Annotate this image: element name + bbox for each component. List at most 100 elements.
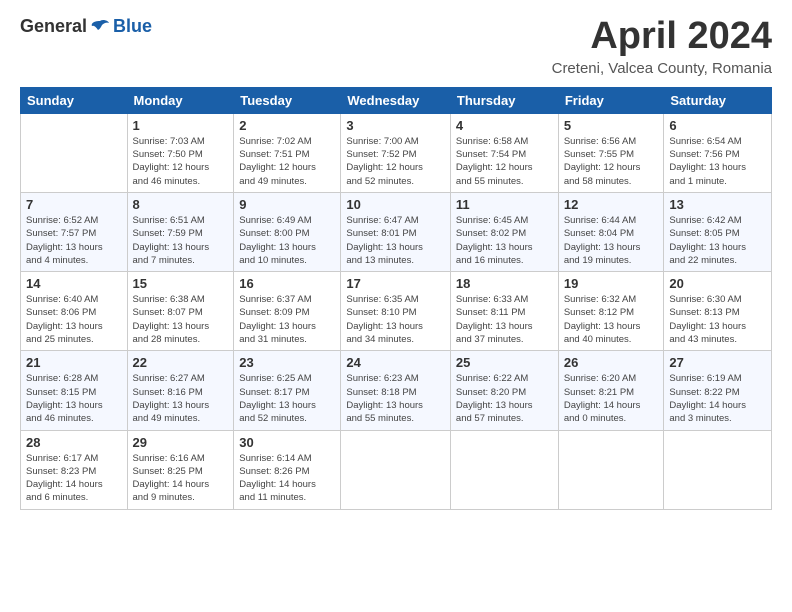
calendar-cell: 7 Sunrise: 6:52 AM Sunset: 7:57 PM Daylig… — [21, 192, 128, 271]
calendar-cell: 20 Sunrise: 6:30 AM Sunset: 8:13 PM Dayli… — [664, 272, 772, 351]
day-number: 24 — [346, 355, 445, 370]
page-header: General Blue April 2024 Creteni, Valcea … — [20, 16, 772, 77]
day-info: Sunrise: 6:25 AM Sunset: 8:17 PM Dayligh… — [239, 372, 335, 425]
day-info: Sunrise: 6:20 AM Sunset: 8:21 PM Dayligh… — [564, 372, 659, 425]
calendar-cell: 19Sunrise: 6:32 AM Sunset: 8:12 PM Dayli… — [558, 272, 664, 351]
day-info: Sunrise: 6:51 AM Sunset: 7:59 PM Dayligh… — [133, 214, 229, 267]
logo-blue: Blue — [113, 16, 152, 37]
day-number: 1 — [133, 118, 229, 133]
calendar-cell: 28 Sunrise: 6:17 AM Sunset: 8:23 PM Dayli… — [21, 430, 128, 509]
calendar-cell: 14 Sunrise: 6:40 AM Sunset: 8:06 PM Dayli… — [21, 272, 128, 351]
calendar-cell: 2 Sunrise: 7:02 AM Sunset: 7:51 PM Daylig… — [234, 113, 341, 192]
day-info: Sunrise: 6:14 AM Sunset: 8:26 PM Dayligh… — [239, 452, 335, 505]
day-info: Sunrise: 6:37 AM Sunset: 8:09 PM Dayligh… — [239, 293, 335, 346]
day-info: Sunrise: 7:02 AM Sunset: 7:51 PM Dayligh… — [239, 135, 335, 188]
header-thursday: Thursday — [450, 87, 558, 113]
calendar-table: Sunday Monday Tuesday Wednesday Thursday… — [20, 87, 772, 510]
title-block: April 2024 Creteni, Valcea County, Roman… — [552, 16, 772, 77]
header-wednesday: Wednesday — [341, 87, 451, 113]
calendar-cell — [664, 430, 772, 509]
day-number: 18 — [456, 276, 553, 291]
calendar-cell: 8Sunrise: 6:51 AM Sunset: 7:59 PM Daylig… — [127, 192, 234, 271]
calendar-cell — [21, 113, 128, 192]
day-info: Sunrise: 6:17 AM Sunset: 8:23 PM Dayligh… — [26, 452, 122, 505]
calendar-cell: 24Sunrise: 6:23 AM Sunset: 8:18 PM Dayli… — [341, 351, 451, 430]
week-row-1: 1 Sunrise: 7:03 AM Sunset: 7:50 PM Daylig… — [21, 113, 772, 192]
day-info: Sunrise: 7:00 AM Sunset: 7:52 PM Dayligh… — [346, 135, 445, 188]
day-info: Sunrise: 6:45 AM Sunset: 8:02 PM Dayligh… — [456, 214, 553, 267]
calendar-cell: 30 Sunrise: 6:14 AM Sunset: 8:26 PM Dayli… — [234, 430, 341, 509]
day-info: Sunrise: 6:49 AM Sunset: 8:00 PM Dayligh… — [239, 214, 335, 267]
calendar-cell — [450, 430, 558, 509]
header-friday: Friday — [558, 87, 664, 113]
calendar-cell: 18 Sunrise: 6:33 AM Sunset: 8:11 PM Dayli… — [450, 272, 558, 351]
day-number: 11 — [456, 197, 553, 212]
calendar-cell: 3 Sunrise: 7:00 AM Sunset: 7:52 PM Daylig… — [341, 113, 451, 192]
day-number: 6 — [669, 118, 766, 133]
day-info: Sunrise: 6:47 AM Sunset: 8:01 PM Dayligh… — [346, 214, 445, 267]
calendar-cell: 11 Sunrise: 6:45 AM Sunset: 8:02 PM Dayli… — [450, 192, 558, 271]
day-number: 22 — [133, 355, 229, 370]
day-number: 23 — [239, 355, 335, 370]
day-number: 2 — [239, 118, 335, 133]
day-number: 16 — [239, 276, 335, 291]
day-number: 27 — [669, 355, 766, 370]
day-info: Sunrise: 6:22 AM Sunset: 8:20 PM Dayligh… — [456, 372, 553, 425]
day-info: Sunrise: 6:52 AM Sunset: 7:57 PM Dayligh… — [26, 214, 122, 267]
week-row-3: 14 Sunrise: 6:40 AM Sunset: 8:06 PM Dayli… — [21, 272, 772, 351]
day-info: Sunrise: 7:03 AM Sunset: 7:50 PM Dayligh… — [133, 135, 229, 188]
day-number: 12 — [564, 197, 659, 212]
day-info: Sunrise: 6:38 AM Sunset: 8:07 PM Dayligh… — [133, 293, 229, 346]
day-number: 28 — [26, 435, 122, 450]
header-monday: Monday — [127, 87, 234, 113]
calendar-cell — [558, 430, 664, 509]
month-title: April 2024 — [552, 16, 772, 58]
calendar-cell: 16 Sunrise: 6:37 AM Sunset: 8:09 PM Dayli… — [234, 272, 341, 351]
day-info: Sunrise: 6:30 AM Sunset: 8:13 PM Dayligh… — [669, 293, 766, 346]
calendar-cell: 23 Sunrise: 6:25 AM Sunset: 8:17 PM Dayli… — [234, 351, 341, 430]
day-info: Sunrise: 6:28 AM Sunset: 8:15 PM Dayligh… — [26, 372, 122, 425]
day-info: Sunrise: 6:44 AM Sunset: 8:04 PM Dayligh… — [564, 214, 659, 267]
logo-general: General — [20, 16, 87, 37]
calendar-cell: 5Sunrise: 6:56 AM Sunset: 7:55 PM Daylig… — [558, 113, 664, 192]
header-sunday: Sunday — [21, 87, 128, 113]
calendar-cell: 22 Sunrise: 6:27 AM Sunset: 8:16 PM Dayli… — [127, 351, 234, 430]
day-info: Sunrise: 6:58 AM Sunset: 7:54 PM Dayligh… — [456, 135, 553, 188]
calendar-cell — [341, 430, 451, 509]
calendar-header-row: Sunday Monday Tuesday Wednesday Thursday… — [21, 87, 772, 113]
week-row-2: 7 Sunrise: 6:52 AM Sunset: 7:57 PM Daylig… — [21, 192, 772, 271]
day-number: 15 — [133, 276, 229, 291]
day-number: 21 — [26, 355, 122, 370]
day-number: 20 — [669, 276, 766, 291]
header-saturday: Saturday — [664, 87, 772, 113]
day-info: Sunrise: 6:40 AM Sunset: 8:06 PM Dayligh… — [26, 293, 122, 346]
day-number: 3 — [346, 118, 445, 133]
day-number: 4 — [456, 118, 553, 133]
location: Creteni, Valcea County, Romania — [552, 60, 772, 77]
day-info: Sunrise: 6:19 AM Sunset: 8:22 PM Dayligh… — [669, 372, 766, 425]
week-row-5: 28 Sunrise: 6:17 AM Sunset: 8:23 PM Dayli… — [21, 430, 772, 509]
day-number: 9 — [239, 197, 335, 212]
week-row-4: 21 Sunrise: 6:28 AM Sunset: 8:15 PM Dayli… — [21, 351, 772, 430]
day-number: 5 — [564, 118, 659, 133]
day-info: Sunrise: 6:16 AM Sunset: 8:25 PM Dayligh… — [133, 452, 229, 505]
calendar-cell: 27 Sunrise: 6:19 AM Sunset: 8:22 PM Dayli… — [664, 351, 772, 430]
day-info: Sunrise: 6:27 AM Sunset: 8:16 PM Dayligh… — [133, 372, 229, 425]
calendar-cell: 4 Sunrise: 6:58 AM Sunset: 7:54 PM Daylig… — [450, 113, 558, 192]
day-number: 14 — [26, 276, 122, 291]
day-number: 25 — [456, 355, 553, 370]
day-info: Sunrise: 6:33 AM Sunset: 8:11 PM Dayligh… — [456, 293, 553, 346]
logo: General Blue — [20, 16, 152, 37]
calendar-cell: 21 Sunrise: 6:28 AM Sunset: 8:15 PM Dayli… — [21, 351, 128, 430]
calendar-cell: 29 Sunrise: 6:16 AM Sunset: 8:25 PM Dayli… — [127, 430, 234, 509]
calendar-cell: 12 Sunrise: 6:44 AM Sunset: 8:04 PM Dayli… — [558, 192, 664, 271]
day-number: 29 — [133, 435, 229, 450]
day-number: 7 — [26, 197, 122, 212]
day-info: Sunrise: 6:54 AM Sunset: 7:56 PM Dayligh… — [669, 135, 766, 188]
day-number: 30 — [239, 435, 335, 450]
day-number: 26 — [564, 355, 659, 370]
calendar-cell: 15 Sunrise: 6:38 AM Sunset: 8:07 PM Dayli… — [127, 272, 234, 351]
day-info: Sunrise: 6:35 AM Sunset: 8:10 PM Dayligh… — [346, 293, 445, 346]
logo-bird-icon — [90, 19, 110, 35]
calendar-cell: 13Sunrise: 6:42 AM Sunset: 8:05 PM Dayli… — [664, 192, 772, 271]
